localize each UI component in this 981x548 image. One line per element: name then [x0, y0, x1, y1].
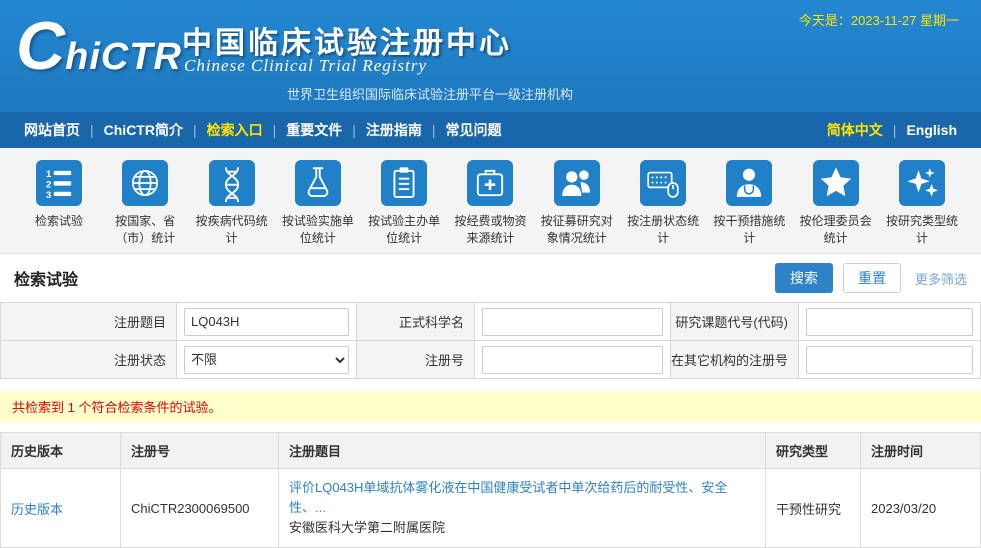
dna-icon [209, 160, 255, 206]
table-row: 历史版本 ChiCTR2300069500 评价LQ043H单域抗体雾化液在中国… [1, 469, 981, 548]
toolbar-item-by-registration-status[interactable]: 按注册状态统计 [622, 160, 704, 247]
who-accreditation-text: 世界卫生组织国际临床试验注册平台一级注册机构 [287, 84, 573, 103]
col-header-registration-date: 注册时间 [861, 433, 981, 469]
doctor-icon [726, 160, 772, 206]
history-version-link[interactable]: 历史版本 [11, 502, 63, 517]
toolbar-item-by-implementing-unit[interactable]: 按试验实施单位统计 [277, 160, 359, 247]
trial-title-link[interactable]: 评价LQ043H单域抗体雾化液在中国健康受试者中单次给药后的耐受性、安全性、..… [289, 480, 727, 515]
search-actions: 搜索 重置 更多筛选 [775, 263, 967, 293]
registration-title-label: 注册题目 [1, 303, 177, 341]
toolbar-item-label: 按注册状态统计 [622, 213, 704, 247]
toolbar-item-by-study-type[interactable]: 按研究类型统计 [881, 160, 963, 247]
toolbar-item-by-country-province[interactable]: 按国家、省（市）统计 [104, 160, 186, 247]
clipboard-icon [381, 160, 427, 206]
registration-title-input[interactable] [184, 308, 349, 336]
col-header-registration-title: 注册题目 [279, 433, 766, 469]
lang-english[interactable]: English [896, 122, 967, 138]
nav-item-documents[interactable]: 重要文件 [276, 120, 352, 140]
chictr-logo[interactable]: ChiCTR [16, 12, 182, 80]
institution-text: 安徽医科大学第二附属医院 [289, 518, 755, 538]
reset-button[interactable]: 重置 [843, 263, 901, 293]
more-filters-link[interactable]: 更多筛选 [915, 269, 967, 288]
nav-item-search-entry[interactable]: 检索入口 [197, 120, 273, 140]
svg-text:2: 2 [46, 179, 51, 190]
keyboard-mouse-icon [640, 160, 686, 206]
toolbar-item-by-disease-code[interactable]: 按疾病代码统计 [191, 160, 273, 247]
medical-kit-icon [467, 160, 513, 206]
search-section-header: 检索试验 搜索 重置 更多筛选 [0, 254, 981, 302]
current-date-text: 今天是：2023-11-27 星期一 [799, 10, 959, 29]
other-registration-number-input[interactable] [806, 346, 973, 374]
toolbar-item-label: 按干预措施统计 [708, 213, 790, 247]
people-icon [554, 160, 600, 206]
toolbar-item-label: 按征募研究对象情况统计 [536, 213, 618, 247]
logo-letter-c: C [16, 8, 65, 84]
search-button[interactable]: 搜索 [775, 263, 833, 293]
site-header: ChiCTR 中国临床试验注册中心 Chinese Clinical Trial… [0, 0, 981, 112]
toolbar-item-label: 按试验主办单位统计 [363, 213, 445, 247]
col-header-study-type: 研究类型 [766, 433, 861, 469]
sparkles-icon [899, 160, 945, 206]
toolbar-item-label: 按试验实施单位统计 [277, 213, 359, 247]
col-header-history-version: 历史版本 [1, 433, 121, 469]
statistics-toolbar: 1 2 3 检索试验 按国家、省（市）统计 [0, 148, 981, 254]
toolbar-item-by-ethics-committee[interactable]: 按伦理委员会统计 [795, 160, 877, 247]
registration-status-select[interactable]: 不限 [184, 346, 349, 374]
language-switcher: 简体中文 | English [817, 120, 967, 140]
svg-text:1: 1 [46, 169, 52, 180]
registration-title-cell: 评价LQ043H单域抗体雾化液在中国健康受试者中单次给药后的耐受性、安全性、..… [279, 469, 766, 548]
nav-item-registration-guide[interactable]: 注册指南 [356, 120, 432, 140]
results-table: 历史版本 注册号 注册题目 研究类型 注册时间 历史版本 ChiCTR23000… [0, 432, 981, 548]
toolbar-item-by-recruitment-status[interactable]: 按征募研究对象情况统计 [536, 160, 618, 247]
toolbar-item-by-funding-source[interactable]: 按经费或物资来源统计 [449, 160, 531, 247]
toolbar-item-by-sponsor-unit[interactable]: 按试验主办单位统计 [363, 160, 445, 247]
registration-date-cell: 2023/03/20 [861, 469, 981, 548]
lang-simplified-chinese[interactable]: 简体中文 [817, 120, 893, 140]
toolbar-item-label: 按疾病代码统计 [191, 213, 273, 247]
toolbar-item-search-trials[interactable]: 1 2 3 检索试验 [18, 160, 100, 247]
other-registration-number-label: 在其它机构的注册号 [671, 341, 799, 379]
toolbar-item-label: 按伦理委员会统计 [795, 213, 877, 247]
logo-text: hiCTR [65, 36, 182, 78]
registration-number-label: 注册号 [357, 341, 475, 379]
project-code-input[interactable] [806, 308, 973, 336]
svg-text:3: 3 [46, 190, 51, 201]
toolbar-item-label: 按经费或物资来源统计 [449, 213, 531, 247]
scientific-name-input[interactable] [482, 308, 663, 336]
result-count-message: 共检索到 1 个符合检索条件的试验。 [0, 391, 981, 422]
study-type-cell: 干预性研究 [766, 469, 861, 548]
registration-number-input[interactable] [482, 346, 663, 374]
toolbar-item-label: 按研究类型统计 [881, 213, 963, 247]
search-form: 注册题目 正式科学名 研究课题代号(代码) 注册状态 不限 注册号 在其它机构的… [0, 302, 981, 379]
globe-icon [122, 160, 168, 206]
nav-item-home[interactable]: 网站首页 [14, 120, 90, 140]
registration-status-label: 注册状态 [1, 341, 177, 379]
star-icon [813, 160, 859, 206]
flask-icon [295, 160, 341, 206]
numbered-list-icon: 1 2 3 [36, 160, 82, 206]
toolbar-item-label: 检索试验 [35, 213, 83, 230]
main-nav: 网站首页 | ChiCTR简介 | 检索入口 | 重要文件 | 注册指南 | 常… [0, 112, 981, 148]
toolbar-item-label: 按国家、省（市）统计 [104, 213, 186, 247]
project-code-label: 研究课题代号(代码) [671, 303, 799, 341]
toolbar-item-by-intervention[interactable]: 按干预措施统计 [708, 160, 790, 247]
results-table-header-row: 历史版本 注册号 注册题目 研究类型 注册时间 [1, 433, 981, 469]
search-section-title: 检索试验 [14, 266, 78, 290]
site-title-english: Chinese Clinical Trial Registry [184, 56, 427, 76]
nav-item-faq[interactable]: 常见问题 [436, 120, 512, 140]
scientific-name-label: 正式科学名 [357, 303, 475, 341]
nav-item-about[interactable]: ChiCTR简介 [94, 120, 193, 140]
registration-number-cell: ChiCTR2300069500 [121, 469, 279, 548]
col-header-registration-number: 注册号 [121, 433, 279, 469]
